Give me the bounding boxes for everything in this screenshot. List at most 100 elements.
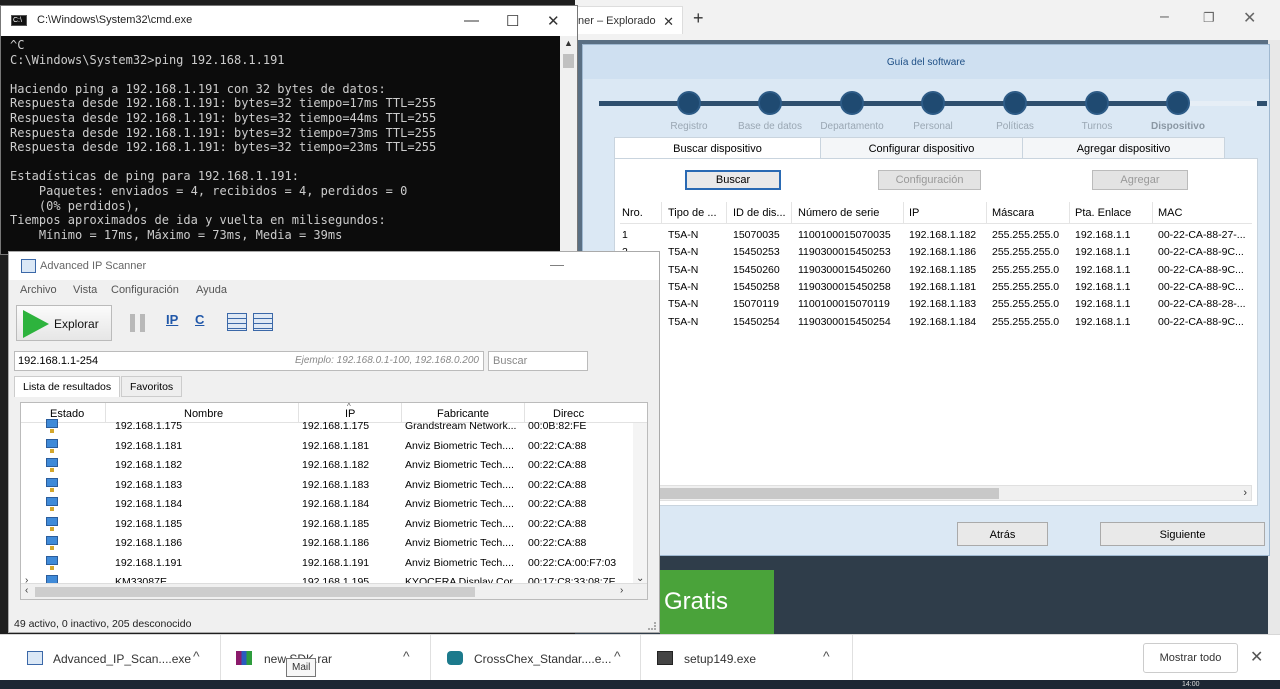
minimize-icon[interactable]: — <box>464 12 479 29</box>
maximize-icon[interactable]: ☐ <box>506 12 519 30</box>
pause-icon[interactable] <box>130 314 146 332</box>
column-divider[interactable] <box>661 202 662 224</box>
tab-results[interactable]: Lista de resultados <box>14 376 121 397</box>
scroll-thumb[interactable] <box>563 54 574 68</box>
configuration-button[interactable]: Configuración <box>878 170 981 190</box>
column-header[interactable]: MAC <box>1158 207 1182 219</box>
column-header[interactable]: Pta. Enlace <box>1075 207 1131 219</box>
results-vscroll[interactable]: ⌄ <box>633 423 647 585</box>
tab-favorites[interactable]: Favoritos <box>121 376 183 397</box>
minimize-icon[interactable]: — <box>550 256 564 272</box>
expand-all-icon[interactable] <box>227 313 247 331</box>
device-row[interactable]: 2 T5A-N 15450253 1190300015450253 192.16… <box>620 244 1252 261</box>
cell-mac: 00-22-CA-88-27-... <box>1158 229 1246 241</box>
scroll-left-icon[interactable]: ‹ <box>25 585 28 596</box>
collapse-all-icon[interactable] <box>253 313 273 331</box>
device-row[interactable]: 4 T5A-N 15450258 1190300015450258 192.16… <box>620 279 1252 296</box>
download-item[interactable]: setup149.exe ^ <box>641 635 853 681</box>
cell-vendor: Anviz Biometric Tech.... <box>405 459 514 471</box>
menu-bar: Archivo Vista Configuración Ayuda <box>9 280 659 302</box>
menu-archivo[interactable]: Archivo <box>20 284 57 296</box>
ip-range-input[interactable]: 192.168.1.1-254 Ejemplo: 192.168.0.1-100… <box>14 351 484 371</box>
chevron-up-icon[interactable]: ^ <box>193 648 200 664</box>
table-row[interactable]: 192.168.1.191 192.168.1.191 Anviz Biomet… <box>21 553 647 573</box>
next-button[interactable]: Siguiente <box>1100 522 1265 546</box>
resize-grip[interactable] <box>648 622 656 630</box>
column-divider[interactable] <box>986 202 987 224</box>
table-row[interactable]: 192.168.1.186 192.168.1.186 Anviz Biomet… <box>21 533 647 553</box>
ip-scanner-titlebar[interactable]: Advanced IP Scanner — <box>9 252 659 280</box>
status-text: 49 activo, 0 inactivo, 205 desconocido <box>14 618 192 630</box>
table-row[interactable]: 192.168.1.185 192.168.1.185 Anviz Biomet… <box>21 514 647 534</box>
cell-device-id: 15070119 <box>733 298 779 310</box>
cell-mask: 255.255.255.0 <box>992 229 1060 241</box>
scroll-right-icon[interactable]: › <box>620 585 623 596</box>
device-row[interactable]: 6 T5A-N 15450254 1190300015450254 192.16… <box>620 314 1252 331</box>
cmd-titlebar[interactable]: C:\ C:\Windows\System32\cmd.exe — ☐ ✕ <box>1 6 577 36</box>
explore-button[interactable]: Explorar <box>16 305 112 341</box>
device-row[interactable]: 5 T5A-N 15070119 1100100015070119 192.16… <box>620 296 1252 313</box>
taskbar-clock[interactable]: 14:00 <box>1182 681 1200 688</box>
scroll-thumb[interactable] <box>634 488 999 499</box>
download-item[interactable]: CrossChex_Standar....e... ^ <box>431 635 641 681</box>
device-table-hscroll[interactable]: ‹ › <box>620 485 1252 501</box>
search-device-panel: Buscar Configuración Agregar Nro. Tipo d… <box>614 158 1258 506</box>
c-class-icon[interactable]: C <box>195 312 204 327</box>
cell-type: T5A-N <box>668 281 699 293</box>
cmd-output[interactable]: ^C C:\Windows\System32>ping 192.168.1.191… <box>1 36 561 254</box>
column-divider[interactable] <box>903 202 904 224</box>
column-header[interactable]: Máscara <box>992 207 1034 219</box>
tab-configurar-dispositivo[interactable]: Configurar dispositivo <box>820 137 1023 159</box>
table-row[interactable]: 192.168.1.175 192.168.1.175 Grandstream … <box>21 416 647 436</box>
show-all-button[interactable]: Mostrar todo <box>1143 643 1238 673</box>
gratis-banner[interactable]: Gratis <box>660 570 774 634</box>
search-button[interactable]: Buscar <box>685 170 781 190</box>
restore-icon[interactable]: ❐ <box>1203 10 1215 26</box>
column-header[interactable]: IP <box>909 207 919 219</box>
minimize-icon[interactable]: – <box>1160 8 1169 26</box>
close-window-icon[interactable]: ✕ <box>1243 8 1256 28</box>
close-icon[interactable]: ✕ <box>547 12 560 30</box>
column-divider[interactable] <box>791 202 792 224</box>
cell-gateway: 192.168.1.1 <box>1075 229 1131 241</box>
download-item[interactable]: new SDK.rar ^ <box>221 635 431 681</box>
menu-ayuda[interactable]: Ayuda <box>196 284 227 296</box>
table-row[interactable]: 192.168.1.184 192.168.1.184 Anviz Biomet… <box>21 494 647 514</box>
browser-tab[interactable]: ner – Explorado ✕ <box>575 6 683 34</box>
menu-vista[interactable]: Vista <box>73 284 97 296</box>
column-divider[interactable] <box>1152 202 1153 224</box>
ip-scan-icon[interactable]: IP <box>166 312 178 327</box>
step-dot <box>1003 91 1027 115</box>
close-icon[interactable]: ✕ <box>1250 647 1263 667</box>
tab-buscar-dispositivo[interactable]: Buscar dispositivo <box>614 137 821 159</box>
add-button[interactable]: Agregar <box>1092 170 1188 190</box>
menu-configuracion[interactable]: Configuración <box>111 284 179 296</box>
column-header[interactable]: Nro. <box>622 207 643 219</box>
scroll-thumb[interactable] <box>35 587 475 597</box>
close-icon[interactable]: ✕ <box>663 14 674 30</box>
device-row[interactable]: 3 T5A-N 15450260 1190300015450260 192.16… <box>620 262 1252 279</box>
column-header[interactable]: Número de serie <box>798 207 879 219</box>
column-header[interactable]: ID de dis... <box>733 207 786 219</box>
back-button[interactable]: Atrás <box>957 522 1048 546</box>
scroll-up-icon[interactable]: ▲ <box>564 38 573 48</box>
column-divider[interactable] <box>1069 202 1070 224</box>
tab-agregar-dispositivo[interactable]: Agregar dispositivo <box>1022 137 1225 159</box>
cmd-scrollbar[interactable]: ▲ <box>560 36 577 254</box>
scroll-right-icon[interactable]: › <box>1243 487 1247 499</box>
column-divider[interactable] <box>726 202 727 224</box>
column-header[interactable]: Tipo de ... <box>668 207 717 219</box>
chevron-up-icon[interactable]: ^ <box>403 648 410 664</box>
chevron-up-icon[interactable]: ^ <box>614 648 621 664</box>
results-hscroll[interactable]: ‹ › <box>21 583 647 599</box>
table-row[interactable]: 192.168.1.182 192.168.1.182 Anviz Biomet… <box>21 455 647 475</box>
new-tab-icon[interactable]: + <box>693 8 704 29</box>
device-row[interactable]: 1 T5A-N 15070035 1100100015070035 192.16… <box>620 227 1252 244</box>
cell-name: 192.168.1.191 <box>115 557 183 569</box>
table-row[interactable]: 192.168.1.181 192.168.1.181 Anviz Biomet… <box>21 436 647 456</box>
download-item[interactable]: Advanced_IP_Scan....exe ^ <box>0 635 221 681</box>
table-row[interactable]: 192.168.1.183 192.168.1.183 Anviz Biomet… <box>21 475 647 495</box>
cmd-line: Mínimo = 17ms, Máximo = 73ms, Media = 39… <box>10 227 343 242</box>
search-input[interactable]: Buscar <box>488 351 588 371</box>
chevron-up-icon[interactable]: ^ <box>823 648 830 664</box>
